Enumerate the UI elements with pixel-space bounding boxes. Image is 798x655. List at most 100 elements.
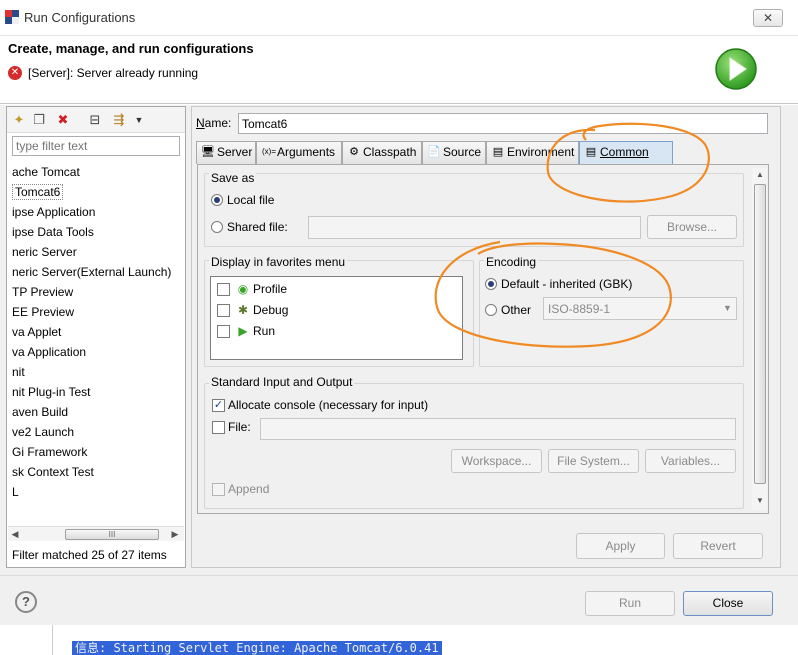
tab-source[interactable]: 📄 Source <box>422 141 486 164</box>
append-checkbox[interactable] <box>212 483 225 496</box>
run-button[interactable]: Run <box>585 591 675 616</box>
tab-label: Classpath <box>363 145 417 159</box>
filter-configs-icon[interactable]: ⇶ <box>111 112 127 128</box>
shared-file-field[interactable] <box>308 216 641 239</box>
scroll-right-icon[interactable]: ▶ <box>168 528 182 541</box>
save-as-title: Save as <box>209 171 257 185</box>
tab-common[interactable]: ▤ Common <box>579 141 673 164</box>
window-title: Run Configurations <box>24 10 136 25</box>
stdio-title: Standard Input and Output <box>209 375 355 389</box>
new-config-icon[interactable]: ✦ <box>11 112 27 128</box>
console-line: 信息: Starting Servlet Engine: Apache Tomc… <box>72 641 442 655</box>
shared-file-label[interactable]: Shared file: <box>227 220 288 234</box>
dialog-footer <box>0 575 798 625</box>
tab-vertical-scrollbar[interactable]: ▲ ▼ <box>752 168 767 510</box>
name-input[interactable] <box>238 113 768 134</box>
file-path-field[interactable] <box>260 418 736 440</box>
tree-item-label: neric Server <box>12 245 77 259</box>
default-encoding-label[interactable]: Default - inherited (GBK) <box>501 277 632 291</box>
append-label[interactable]: Append <box>228 482 269 496</box>
tab-environment[interactable]: ▤ Environment <box>486 141 579 164</box>
tree-item[interactable]: aven Build <box>10 402 186 422</box>
tree-item[interactable]: L <box>10 482 186 502</box>
close-button[interactable]: Close <box>683 591 773 616</box>
default-encoding-radio[interactable] <box>485 278 497 290</box>
tab-arguments[interactable]: (x)= Arguments <box>256 141 342 164</box>
variables-button[interactable]: Variables... <box>645 449 736 473</box>
console-strip: 信息: Starting Servlet Engine: Apache Tomc… <box>0 625 798 655</box>
local-file-label[interactable]: Local file <box>227 193 274 207</box>
shared-file-radio[interactable] <box>211 221 223 233</box>
other-encoding-value: ISO-8859-1 <box>548 302 611 316</box>
favorite-label: Run <box>253 324 276 338</box>
apply-button[interactable]: Apply <box>576 533 665 559</box>
tree-item[interactable]: va Applet <box>10 322 186 342</box>
tab-classpath[interactable]: ⚙ Classpath <box>342 141 422 164</box>
classpath-icon: ⚙ <box>349 146 359 158</box>
filter-status: Filter matched 25 of 27 items <box>12 548 167 562</box>
duplicate-icon[interactable]: ❐ <box>31 112 47 128</box>
scroll-thumb[interactable]: III <box>65 529 159 540</box>
tree-item-label: ipse Application <box>12 205 96 219</box>
view-menu-chevron-down-icon[interactable]: ▼ <box>131 112 147 128</box>
allocate-console-checkbox[interactable]: ✓ <box>212 399 225 412</box>
tab-server[interactable]: 🖥 Server <box>196 141 256 164</box>
favorite-checkbox[interactable] <box>217 283 230 296</box>
run-banner-icon <box>715 48 757 90</box>
other-encoding-select[interactable]: ISO-8859-1 ▼ <box>543 297 737 320</box>
tree-item[interactable]: ve2 Launch <box>10 422 186 442</box>
scroll-up-icon[interactable]: ▲ <box>754 170 766 182</box>
file-label[interactable]: File: <box>228 420 251 434</box>
workspace-button[interactable]: Workspace... <box>451 449 542 473</box>
tree-item[interactable]: ache Tomcat <box>10 162 186 182</box>
favorites-list[interactable]: ◉ Profile ✱ Debug ▶ Run <box>210 276 463 360</box>
tree-item[interactable]: neric Server <box>10 242 186 262</box>
dialog-heading: Create, manage, and run configurations <box>8 41 254 56</box>
tree-item[interactable]: nit <box>10 362 186 382</box>
tree-item-label: va Applet <box>12 325 62 339</box>
tree-horizontal-scrollbar[interactable]: ◀ III ▶ <box>8 526 184 541</box>
window-close-button[interactable]: ✕ <box>753 9 783 27</box>
configuration-tree[interactable]: ache Tomcat Tomcat6 ipse Application ipse D… <box>10 162 186 502</box>
tree-item[interactable]: neric Server(External Launch) <box>10 262 186 282</box>
file-checkbox[interactable] <box>212 421 225 434</box>
other-encoding-radio[interactable] <box>485 304 497 316</box>
encoding-title: Encoding <box>484 255 539 269</box>
vertical-scroll-thumb[interactable] <box>754 184 766 484</box>
tab-label: Common <box>600 145 649 159</box>
file-system-button[interactable]: File System... <box>548 449 639 473</box>
tree-item[interactable]: nit Plug-in Test <box>10 382 186 402</box>
favorite-checkbox[interactable] <box>217 304 230 317</box>
favorite-checkbox[interactable] <box>217 325 230 338</box>
delete-icon[interactable]: ✖ <box>55 112 71 128</box>
help-icon[interactable]: ? <box>15 591 37 613</box>
filter-input[interactable] <box>12 136 180 156</box>
chevron-down-icon[interactable]: ▼ <box>719 298 736 319</box>
scroll-left-icon[interactable]: ◀ <box>8 528 22 541</box>
tree-item-label: Gi Framework <box>12 445 88 459</box>
tree-item[interactable]: EE Preview <box>10 302 186 322</box>
other-encoding-label[interactable]: Other <box>501 303 531 317</box>
console-divider <box>52 625 53 655</box>
debug-icon: ✱ <box>237 303 249 317</box>
tree-item-label: sk Context Test <box>12 465 94 479</box>
browse-button[interactable]: Browse... <box>647 215 737 239</box>
config-tabs: 🖥 Server (x)= Arguments ⚙ Classpath 📄 Source ▤ En… <box>196 141 770 164</box>
tree-toolbar: ✦ ❐ ✖ ⊟ ⇶ ▼ <box>7 107 185 133</box>
tree-item[interactable]: Gi Framework <box>10 442 186 462</box>
allocate-console-label[interactable]: Allocate console (necessary for input) <box>228 398 428 412</box>
tree-item[interactable]: Tomcat6 <box>10 182 186 202</box>
scroll-down-icon[interactable]: ▼ <box>754 496 766 508</box>
tree-item[interactable]: ipse Data Tools <box>10 222 186 242</box>
tree-item[interactable]: sk Context Test <box>10 462 186 482</box>
local-file-radio[interactable] <box>211 194 223 206</box>
tree-item[interactable]: va Application <box>10 342 186 362</box>
tree-item-label: nit <box>12 365 25 379</box>
tree-item[interactable]: ipse Application <box>10 202 186 222</box>
dialog-header: Create, manage, and run configurations ✕… <box>0 36 798 104</box>
revert-button[interactable]: Revert <box>673 533 763 559</box>
collapse-all-icon[interactable]: ⊟ <box>87 112 103 128</box>
favorite-label: Profile <box>253 282 288 296</box>
tree-item[interactable]: TP Preview <box>10 282 186 302</box>
tree-item-label: ipse Data Tools <box>12 225 94 239</box>
